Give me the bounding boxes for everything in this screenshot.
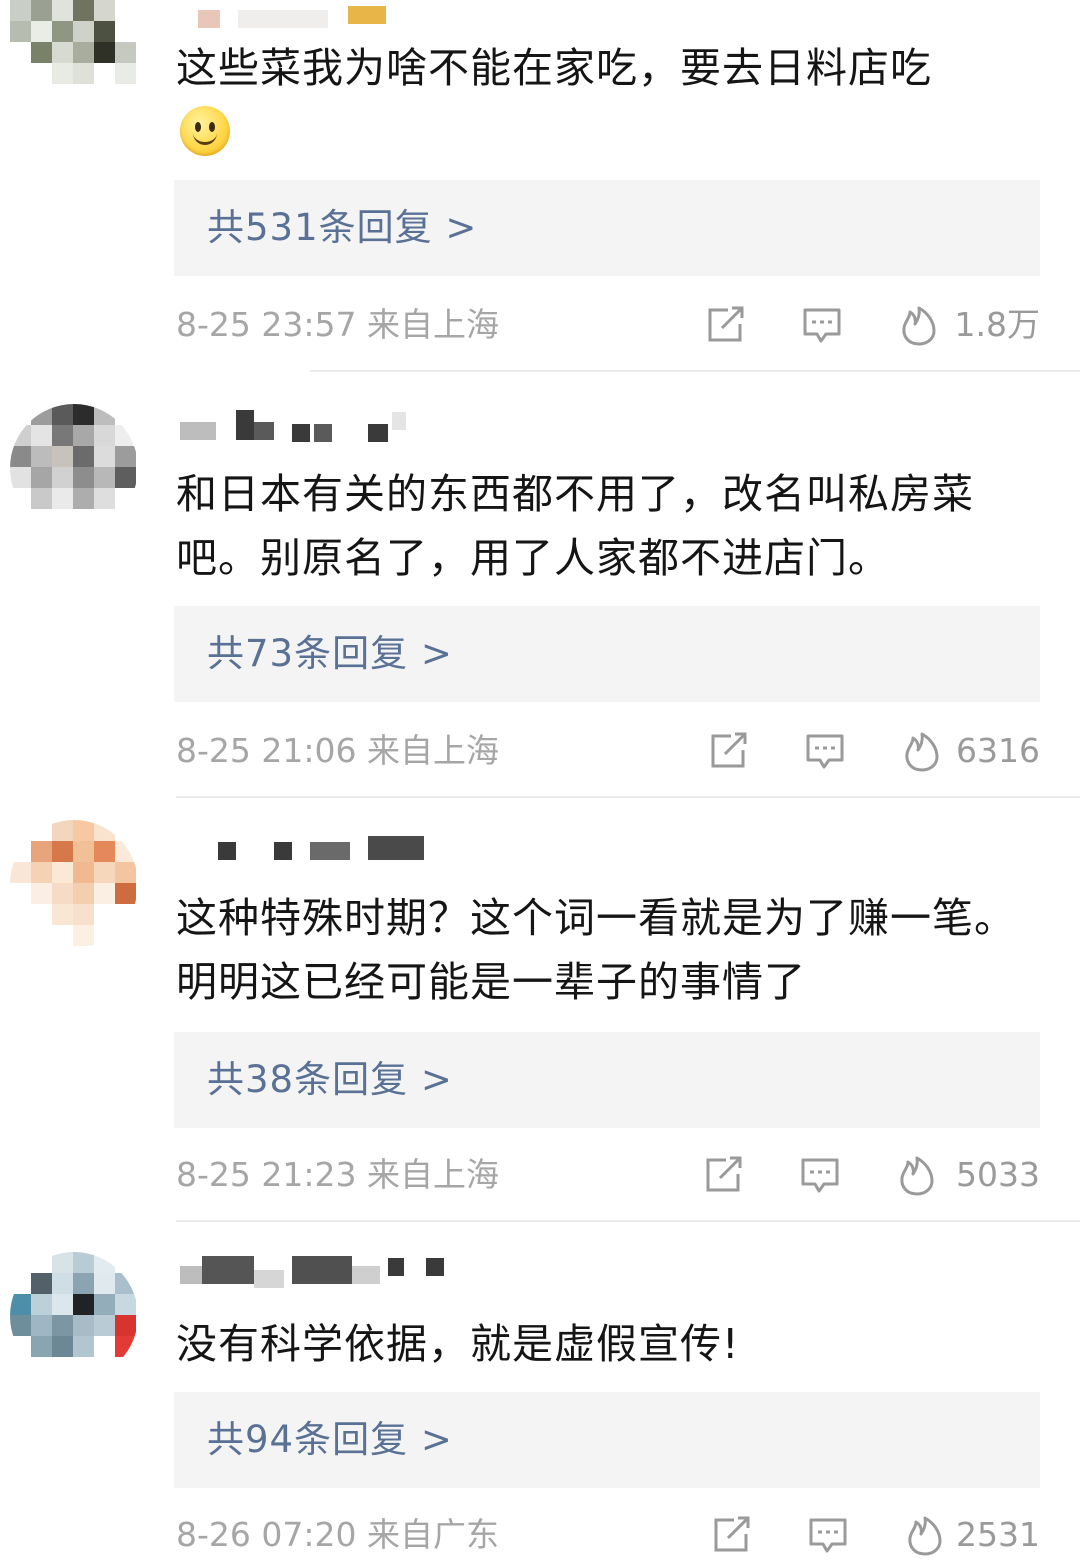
- comment-meta: 8-26 07:20 来自广东 2531: [176, 1510, 1046, 1560]
- comment-text: 这些菜我为啥不能在家吃，要去日料店吃: [176, 44, 932, 92]
- comment-item: 和日本有关的东西都不用了，改名叫私房菜吧。别原名了，用了人家都不进店门。 共73…: [0, 372, 1080, 798]
- comment-item: 这种特殊时期？这个词一看就是为了赚一笔。明明这已经可能是一辈子的事情了 共38条…: [0, 798, 1080, 1222]
- like-count: 2531: [956, 1515, 1040, 1554]
- flame-icon[interactable]: [898, 1156, 936, 1196]
- comment-text: 和日本有关的东西都不用了，改名叫私房菜吧。别原名了，用了人家都不进店门。: [176, 470, 974, 582]
- comment-text: 没有科学依据，就是虚假宣传!: [176, 1320, 740, 1368]
- replies-label: 共531条回复 >: [207, 206, 478, 249]
- timestamp-location: 8-26 07:20 来自广东: [176, 1515, 499, 1554]
- username[interactable]: [178, 406, 478, 446]
- comment-item: 这些菜我为啥不能在家吃，要去日料店吃 共531条回复 > 8-25 23:57 …: [0, 0, 1080, 372]
- comment-item: 没有科学依据，就是虚假宣传! 共94条回复 > 8-26 07:20 来自广东 …: [0, 1222, 1080, 1559]
- username[interactable]: [178, 0, 478, 40]
- avatar[interactable]: [10, 1252, 138, 1380]
- share-icon[interactable]: [712, 1516, 752, 1554]
- timestamp-location: 8-25 23:57 来自上海: [176, 305, 499, 344]
- share-icon[interactable]: [706, 306, 746, 344]
- view-replies-button[interactable]: 共73条回复 >: [174, 606, 1040, 702]
- timestamp-location: 8-25 21:23 来自上海: [176, 1155, 499, 1194]
- username[interactable]: [178, 830, 478, 870]
- comment-icon[interactable]: [802, 306, 842, 346]
- avatar[interactable]: [10, 404, 138, 532]
- comment-meta: 8-25 21:06 来自上海 6316: [176, 726, 1046, 776]
- view-replies-button[interactable]: 共94条回复 >: [174, 1392, 1040, 1488]
- comment-text: 这种特殊时期？这个词一看就是为了赚一笔。明明这已经可能是一辈子的事情了: [176, 894, 1016, 1006]
- comment-icon[interactable]: [805, 732, 845, 772]
- like-count: 5033: [956, 1155, 1040, 1194]
- avatar[interactable]: [10, 0, 138, 100]
- timestamp-location: 8-25 21:06 来自上海: [176, 731, 499, 770]
- comment-meta: 8-25 21:23 来自上海 5033: [176, 1150, 1046, 1200]
- username[interactable]: [178, 1252, 478, 1292]
- share-icon[interactable]: [709, 732, 749, 770]
- share-icon[interactable]: [704, 1156, 744, 1194]
- avatar[interactable]: [10, 820, 138, 948]
- smiley-emoji-icon: [180, 106, 230, 156]
- flame-icon[interactable]: [900, 306, 938, 346]
- replies-label: 共94条回复 >: [207, 1418, 453, 1461]
- replies-label: 共73条回复 >: [207, 632, 453, 675]
- comment-icon[interactable]: [808, 1516, 848, 1556]
- comment-meta: 8-25 23:57 来自上海 1.8万: [176, 300, 1046, 350]
- like-count: 1.8万: [954, 305, 1040, 344]
- view-replies-button[interactable]: 共531条回复 >: [174, 180, 1040, 276]
- comment-icon[interactable]: [800, 1156, 840, 1196]
- like-count: 6316: [956, 731, 1040, 770]
- view-replies-button[interactable]: 共38条回复 >: [174, 1032, 1040, 1128]
- flame-icon[interactable]: [903, 732, 941, 772]
- flame-icon[interactable]: [906, 1516, 944, 1556]
- replies-label: 共38条回复 >: [207, 1058, 453, 1101]
